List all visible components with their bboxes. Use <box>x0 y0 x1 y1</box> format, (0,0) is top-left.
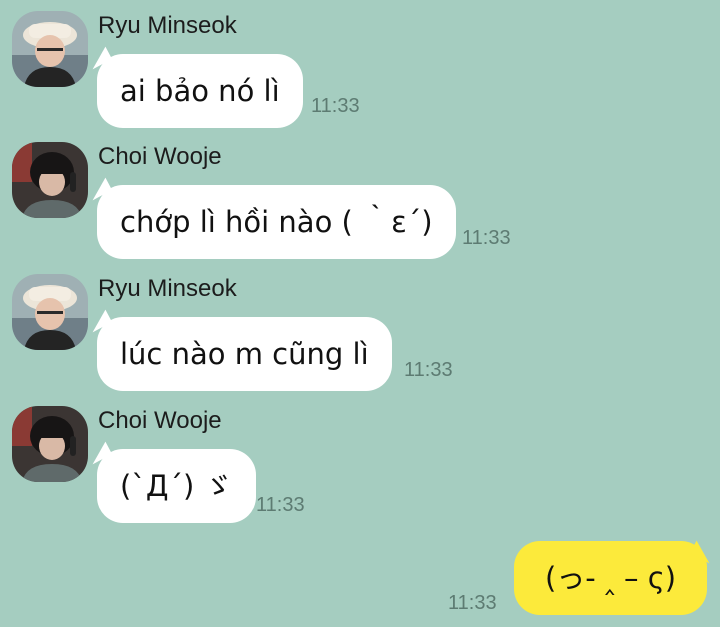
message-bubble[interactable]: chớp lì hồi nào ( ｀ε´) <box>97 185 456 259</box>
avatar[interactable] <box>12 142 88 218</box>
message-time: 11:33 <box>462 227 511 249</box>
avatar[interactable] <box>12 11 88 87</box>
avatar-ryu-minseok-icon <box>12 11 88 87</box>
message-time: 11:33 <box>256 494 305 516</box>
avatar[interactable] <box>12 274 88 350</box>
message-time: 11:33 <box>311 95 360 117</box>
avatar-choi-wooje-icon <box>12 406 88 482</box>
message-bubble[interactable]: lúc nào m cũng lì <box>97 317 392 391</box>
message-bubble[interactable]: ai bảo nó lì <box>97 54 303 128</box>
avatar-ryu-minseok-icon <box>12 274 88 350</box>
avatar-choi-wooje-icon <box>12 142 88 218</box>
avatar[interactable] <box>12 406 88 482</box>
my-message-time: 11:33 <box>448 592 497 614</box>
my-message-bubble[interactable]: (っ- ‸ – ς) <box>514 541 707 615</box>
sender-name: Choi Wooje <box>98 143 222 170</box>
message-bubble[interactable]: (`Д´) ゞ <box>97 449 256 523</box>
sender-name: Choi Wooje <box>98 407 222 434</box>
sender-name: Ryu Minseok <box>98 12 237 39</box>
sender-name: Ryu Minseok <box>98 275 237 302</box>
message-time: 11:33 <box>404 359 453 381</box>
